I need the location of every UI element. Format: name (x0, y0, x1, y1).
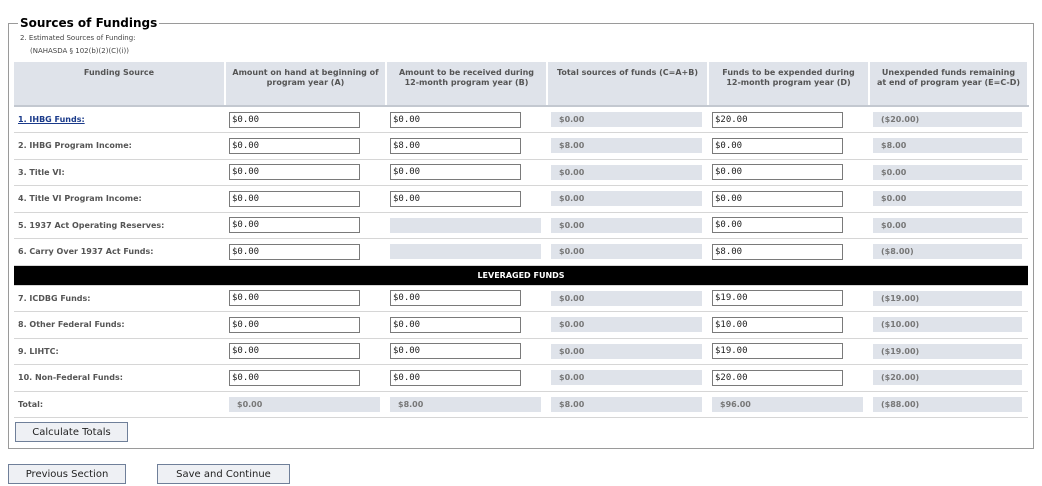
section-subtitle: 2. Estimated Sources of Funding: (20, 34, 136, 42)
total-sources-value: $0.00 (551, 191, 702, 207)
total-sources-value: $0.00 (551, 217, 702, 233)
total-on-hand-value: $0.00 (229, 396, 380, 412)
amount-received-input[interactable] (390, 343, 521, 360)
funds-expended-input[interactable] (712, 137, 843, 154)
unexpended-funds-value: $8.00 (873, 138, 1022, 154)
amount-received-input[interactable] (390, 369, 521, 386)
section-title: Sources of Fundings (18, 16, 160, 30)
table-row: 4. Title VI Program Income: $0.00 $0.00 (14, 185, 1028, 213)
amount-on-hand-input[interactable] (229, 316, 360, 333)
total-sources-value: $0.00 (551, 343, 702, 359)
funds-expended-input[interactable] (712, 369, 843, 386)
amount-on-hand-input[interactable] (229, 290, 360, 307)
amount-on-hand-input[interactable] (229, 137, 360, 154)
table-row: 3. Title VI: $0.00 $0.00 (14, 159, 1028, 186)
amount-on-hand-input[interactable] (229, 343, 360, 360)
row-label: 5. 1937 Act Operating Reserves: (14, 212, 225, 239)
funds-expended-input[interactable] (712, 343, 843, 360)
row-label: 7. ICDBG Funds: (14, 285, 225, 312)
unexpended-funds-value: ($20.00) (873, 370, 1022, 386)
funds-expended-input[interactable] (712, 111, 843, 128)
unexpended-funds-value: ($19.00) (873, 343, 1022, 359)
amount-received-input[interactable] (390, 164, 521, 181)
funds-expended-input[interactable] (712, 243, 843, 260)
amount-on-hand-input[interactable] (229, 243, 360, 260)
row-label: 3. Title VI: (14, 159, 225, 186)
disabled-field (390, 244, 541, 260)
header-funding-source: Funding Source (14, 62, 226, 107)
table-row: 7. ICDBG Funds: $0.00 ($19.00) (14, 285, 1028, 312)
unexpended-funds-value: ($8.00) (873, 244, 1022, 260)
leveraged-funds-header: LEVERAGED FUNDS (14, 265, 1028, 286)
ihbg-funds-link[interactable]: 1. IHBG Funds: (18, 115, 85, 124)
funds-expended-input[interactable] (712, 190, 843, 207)
header-unexpended-funds: Unexpended funds remaining at end of pro… (869, 62, 1029, 107)
total-sources-value: $0.00 (551, 317, 702, 333)
table-row: 5. 1937 Act Operating Reserves: $0.00 $0… (14, 212, 1028, 239)
table-row: 6. Carry Over 1937 Act Funds: $0.00 ($8.… (14, 238, 1028, 266)
total-received-value: $8.00 (390, 396, 541, 412)
funds-expended-input[interactable] (712, 290, 843, 307)
amount-on-hand-input[interactable] (229, 369, 360, 386)
amount-on-hand-input[interactable] (229, 111, 360, 128)
total-sources-value: $0.00 (551, 164, 702, 180)
amount-on-hand-input[interactable] (229, 190, 360, 207)
total-sources-value: $0.00 (551, 290, 702, 306)
statute-reference: (NAHASDA § 102(b)(2)(C)(i)) (30, 47, 129, 55)
total-sources-value: $0.00 (551, 112, 702, 127)
totals-label: Total: (14, 391, 225, 418)
save-and-continue-button[interactable]: Save and Continue (157, 464, 290, 484)
funds-expended-input[interactable] (712, 164, 843, 181)
row-label: 2. IHBG Program Income: (14, 132, 225, 160)
previous-section-button[interactable]: Previous Section (8, 464, 126, 484)
total-unexpended-value: ($88.00) (873, 396, 1022, 412)
table-row: 10. Non-Federal Funds: $0.00 ($20.00) (14, 364, 1028, 392)
row-label: 6. Carry Over 1937 Act Funds: (14, 238, 225, 266)
unexpended-funds-value: ($10.00) (873, 317, 1022, 333)
total-sources-value: $0.00 (551, 244, 702, 260)
unexpended-funds-value: ($19.00) (873, 290, 1022, 306)
header-funds-expended: Funds to be expended during 12-month pro… (708, 62, 870, 107)
table-row: 2. IHBG Program Income: $8.00 $8.00 (14, 132, 1028, 160)
leveraged-funds-label: LEVERAGED FUNDS (14, 265, 1028, 286)
total-sources-value: $0.00 (551, 370, 702, 386)
unexpended-funds-value: $0.00 (873, 164, 1022, 180)
table-row: 9. LIHTC: $0.00 ($19.00) (14, 338, 1028, 365)
header-amount-on-hand: Amount on hand at beginning of program y… (225, 62, 387, 107)
amount-on-hand-input[interactable] (229, 217, 360, 234)
table-row: 1. IHBG Funds: $0.00 ($20.00) (14, 106, 1028, 133)
header-amount-received: Amount to be received during 12-month pr… (386, 62, 548, 107)
amount-received-input[interactable] (390, 190, 521, 207)
row-label: 10. Non-Federal Funds: (14, 364, 225, 392)
funds-expended-input[interactable] (712, 316, 843, 333)
amount-received-input[interactable] (390, 290, 521, 307)
amount-received-input[interactable] (390, 316, 521, 333)
row-label: 9. LIHTC: (14, 338, 225, 365)
total-sources-value: $8.00 (551, 396, 702, 412)
total-expended-value: $96.00 (712, 396, 863, 412)
unexpended-funds-value: ($20.00) (873, 112, 1022, 127)
amount-on-hand-input[interactable] (229, 164, 360, 181)
funds-expended-input[interactable] (712, 217, 843, 234)
funding-table: Funding Source Amount on hand at beginni… (14, 62, 1029, 418)
table-header-row: Funding Source Amount on hand at beginni… (14, 62, 1029, 107)
calculate-totals-button[interactable]: Calculate Totals (15, 422, 128, 442)
unexpended-funds-value: $0.00 (873, 191, 1022, 207)
unexpended-funds-value: $0.00 (873, 217, 1022, 233)
row-label: 1. IHBG Funds: (14, 106, 225, 133)
amount-received-input[interactable] (390, 111, 521, 128)
row-label: 4. Title VI Program Income: (14, 185, 225, 213)
table-row: 8. Other Federal Funds: $0.00 ($10.00) (14, 311, 1028, 339)
header-total-sources: Total sources of funds (C=A+B) (547, 62, 709, 107)
row-label: 8. Other Federal Funds: (14, 311, 225, 339)
disabled-field (390, 217, 541, 233)
amount-received-input[interactable] (390, 137, 521, 154)
total-sources-value: $8.00 (551, 138, 702, 154)
totals-row: Total: $0.00 $8.00 $8.00 $96.00 ($88.00) (14, 391, 1028, 418)
